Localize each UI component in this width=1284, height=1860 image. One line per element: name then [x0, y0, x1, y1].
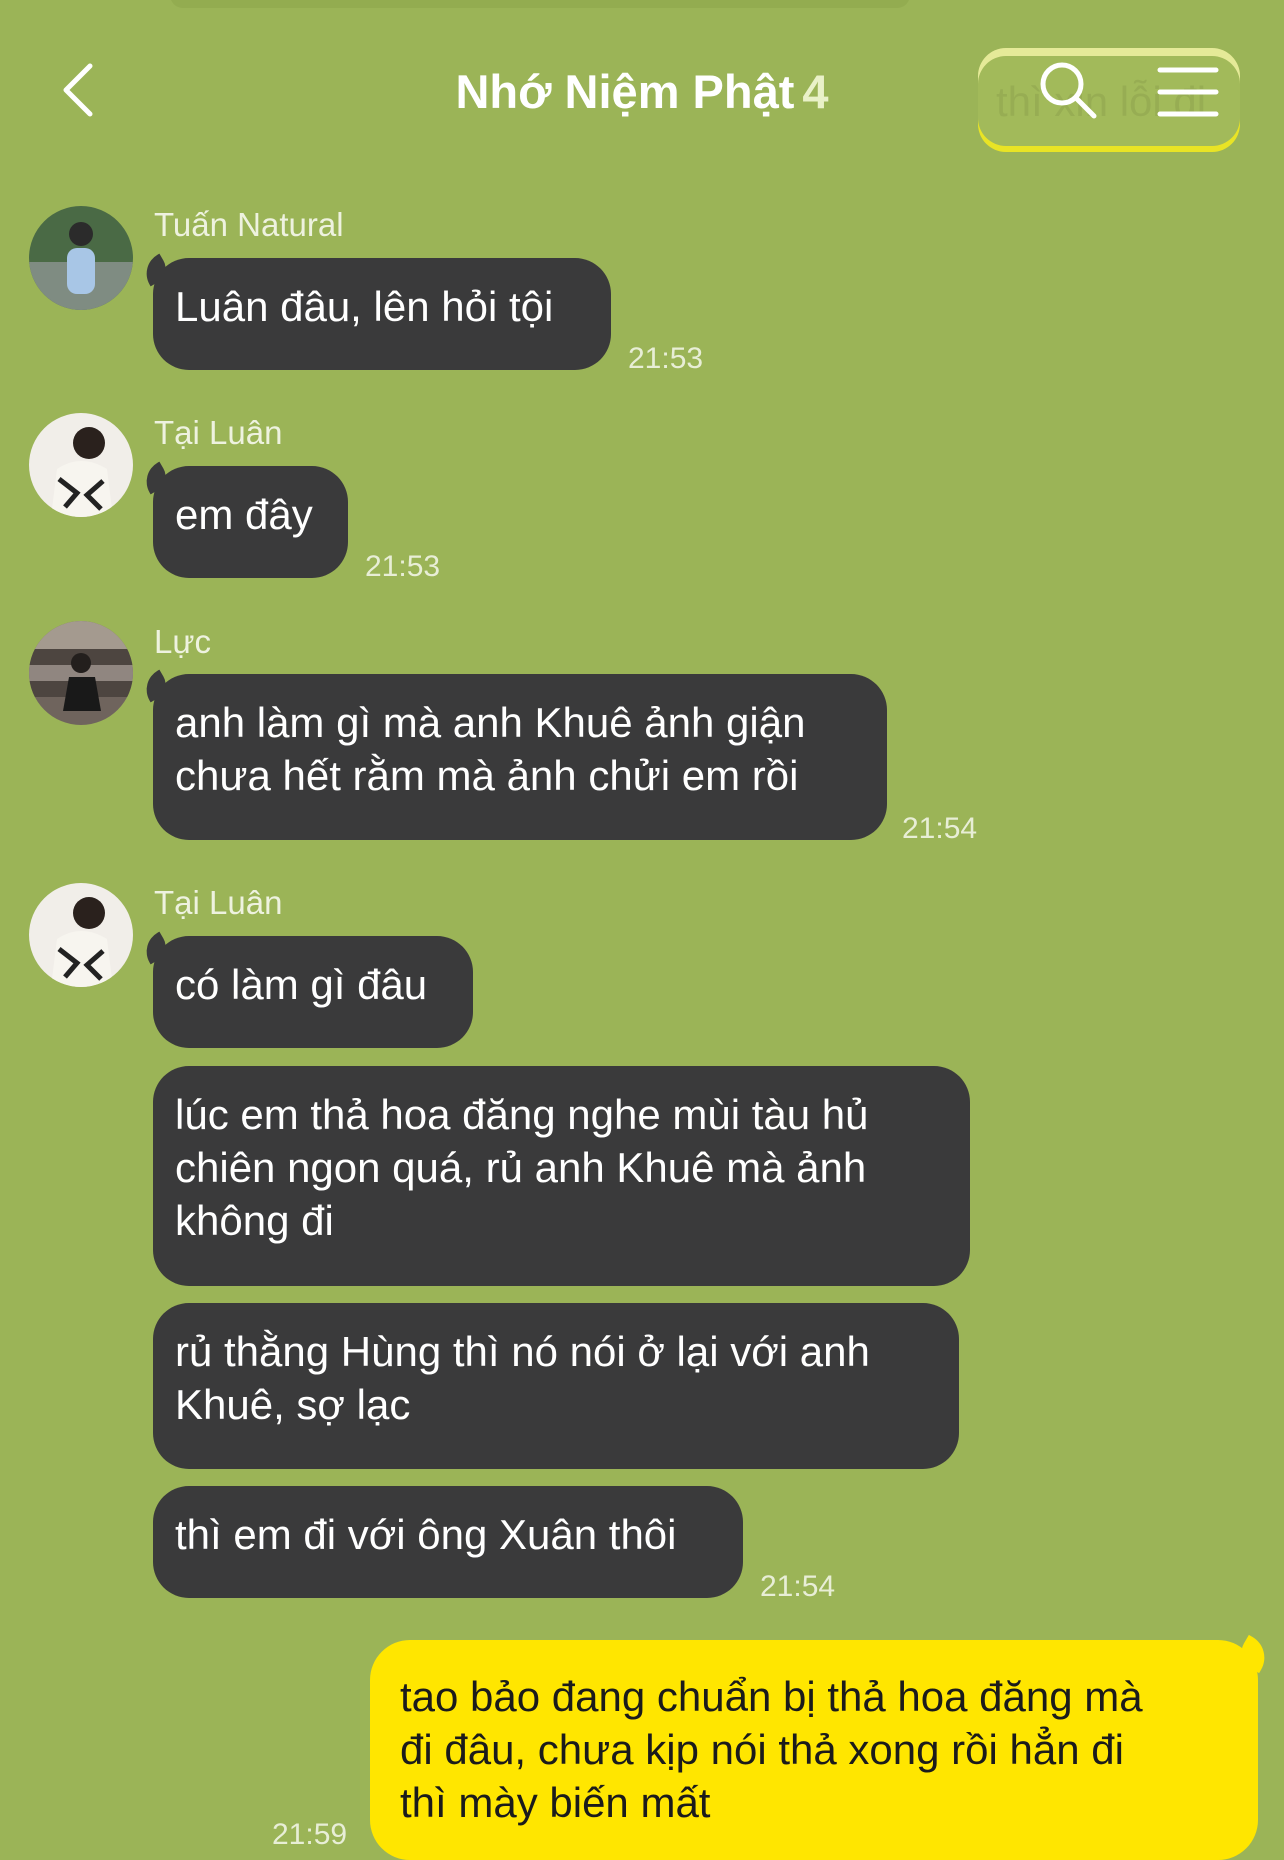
- sender-name: Lực: [154, 623, 211, 660]
- message-bubble[interactable]: rủ thằng Hùng thì nó nói ở lại với anh K…: [153, 1303, 959, 1469]
- avatar-tai-luan[interactable]: [29, 883, 133, 987]
- chat-title: Nhớ Niệm Phật 4: [300, 62, 984, 122]
- search-icon: [1040, 62, 1097, 119]
- message-time: 21:54: [902, 812, 978, 845]
- sender-name: Tại Luân: [154, 884, 283, 921]
- top-overlay-pill: [170, 0, 910, 8]
- menu-button[interactable]: [1156, 64, 1220, 120]
- message-bubble[interactable]: em đây: [153, 466, 348, 578]
- sender-name: Tuấn Natural: [154, 206, 344, 243]
- message-text: Luân đâu, lên hỏi tội: [175, 283, 554, 330]
- message-bubble[interactable]: Luân đâu, lên hỏi tội: [153, 258, 611, 370]
- message-bubble[interactable]: anh làm gì mà anh Khuê ảnh giận chưa hết…: [153, 674, 887, 840]
- outgoing-message-time: 21:59: [272, 1818, 348, 1851]
- avatar-tai-luan[interactable]: [29, 413, 133, 517]
- message-bubble[interactable]: có làm gì đâu: [153, 936, 473, 1048]
- message-text: thì em đi với ông Xuân thôi: [175, 1511, 677, 1558]
- message-bubble[interactable]: thì em đi với ông Xuân thôi: [153, 1486, 743, 1598]
- avatar-luc[interactable]: [29, 621, 133, 725]
- sender-name: Tại Luân: [154, 414, 283, 451]
- message-text: có làm gì đâu: [175, 961, 428, 1008]
- message-text: lúc em thả hoa đăng nghe mùi tàu hủ chiê…: [175, 1091, 869, 1244]
- message-text: rủ thằng Hùng thì nó nói ở lại với anh K…: [175, 1328, 870, 1428]
- group-name: Nhớ Niệm Phật: [455, 65, 795, 118]
- outgoing-message-bubble[interactable]: tao bảo đang chuẩn bị thả hoa đăng mà đi…: [370, 1640, 1258, 1860]
- message-text: em đây: [175, 491, 313, 538]
- member-count: 4: [802, 65, 829, 118]
- menu-icon: [1157, 67, 1219, 117]
- message-text: anh làm gì mà anh Khuê ảnh giận chưa hết…: [175, 699, 806, 799]
- message-bubble[interactable]: lúc em thả hoa đăng nghe mùi tàu hủ chiê…: [153, 1066, 970, 1286]
- message-time: 21:53: [365, 550, 441, 583]
- search-button[interactable]: [1036, 58, 1100, 122]
- message-time: 21:54: [760, 1570, 836, 1603]
- avatar-tuan-natural[interactable]: [29, 206, 133, 310]
- chat-header: Nhớ Niệm Phật 4 thì xin lỗi đi: [0, 40, 1284, 152]
- message-time: 21:53: [628, 342, 704, 375]
- chevron-left-icon: [63, 63, 93, 117]
- outgoing-message-text: tao bảo đang chuẩn bị thả hoa đăng mà đi…: [400, 1673, 1143, 1826]
- back-button[interactable]: [52, 60, 112, 120]
